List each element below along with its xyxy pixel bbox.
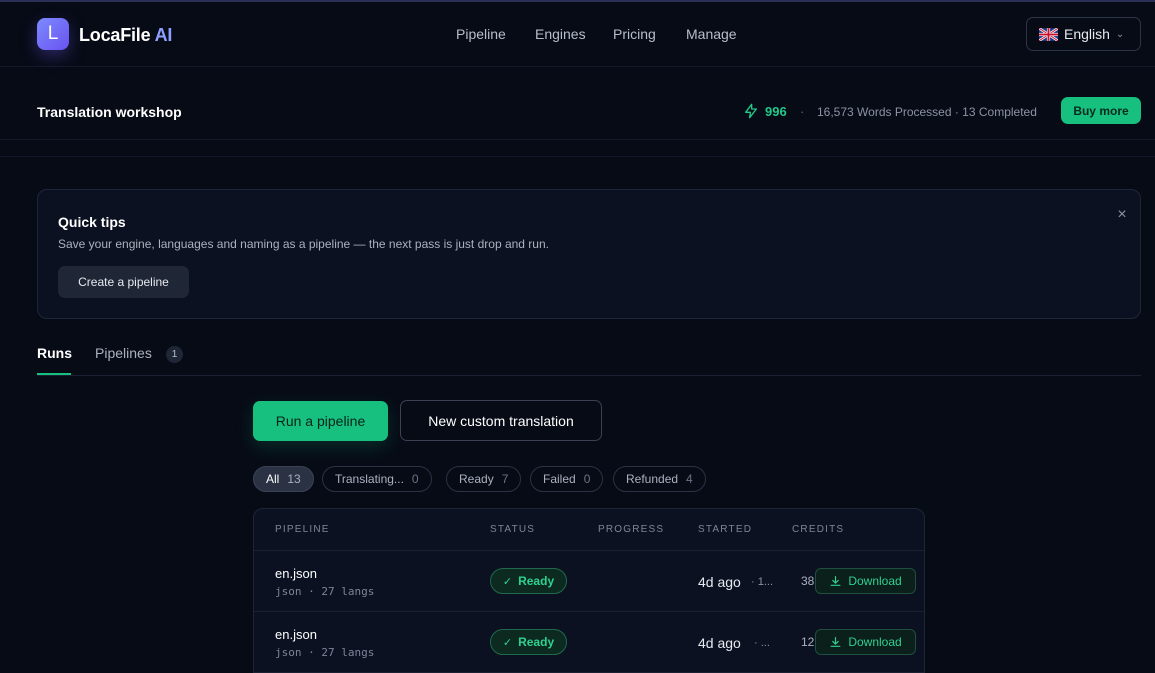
- filter-label: Failed: [543, 472, 576, 486]
- chevron-down-icon: ⌄: [1115, 28, 1125, 40]
- tips-text: Save your engine, languages and naming a…: [58, 237, 549, 251]
- filter-count: 0: [583, 472, 591, 486]
- nav-pricing[interactable]: Pricing: [613, 26, 656, 42]
- download-icon: [830, 575, 841, 586]
- filter-ready[interactable]: Ready 7: [446, 466, 522, 492]
- column-header-pipeline: PIPELINE: [275, 524, 330, 535]
- download-button[interactable]: Download: [815, 568, 916, 594]
- brand-ai: AI: [154, 25, 173, 45]
- started-time: 4d ago: [698, 635, 741, 651]
- nav-manage[interactable]: Manage: [686, 26, 737, 42]
- workshop-bar: Translation workshop 996 · 16,573 Words …: [0, 67, 1155, 140]
- status-label: Ready: [518, 574, 555, 588]
- page-title: Translation workshop: [37, 104, 182, 120]
- language-select[interactable]: English ⌄: [1026, 17, 1141, 51]
- filter-refunded[interactable]: Refunded 4: [613, 466, 706, 492]
- download-icon: [830, 636, 841, 647]
- tab-pipelines[interactable]: Pipelines: [95, 345, 152, 361]
- filter-all[interactable]: All 13: [253, 466, 314, 492]
- runs-table: PIPELINE STATUS PROGRESS STARTED CREDITS…: [253, 508, 925, 673]
- file-meta: json · 27 langs: [275, 646, 375, 659]
- brand-name[interactable]: LocaFile AI: [79, 25, 172, 46]
- started-detail: · ...: [754, 637, 770, 649]
- download-label: Download: [848, 574, 902, 588]
- credits-value: 12: [801, 635, 815, 649]
- filter-translating[interactable]: Translating... 0: [322, 466, 432, 492]
- header-divider: [254, 550, 924, 551]
- usage-stats: 16,573 Words Processed · 13 Completed: [817, 105, 1037, 119]
- started-detail: · 1...: [751, 576, 774, 588]
- status-badge: ✓ Ready: [490, 568, 567, 594]
- filter-count: 0: [411, 472, 419, 486]
- row-divider: [254, 611, 924, 612]
- file-name: en.json: [275, 566, 317, 581]
- new-custom-translation-button[interactable]: New custom translation: [400, 400, 602, 441]
- status-badge: ✓ Ready: [490, 629, 567, 655]
- column-header-progress: PROGRESS: [598, 524, 665, 535]
- language-label: English: [1064, 26, 1110, 42]
- tips-title: Quick tips: [58, 214, 126, 230]
- started-time: 4d ago: [698, 574, 741, 590]
- check-icon: ✓: [502, 636, 513, 649]
- bolt-icon: [745, 103, 757, 119]
- tab-runs[interactable]: Runs: [37, 345, 72, 361]
- section-divider: [0, 156, 1155, 157]
- credits-value: 38: [801, 574, 815, 588]
- filter-label: Refunded: [626, 472, 679, 486]
- file-name: en.json: [275, 627, 317, 642]
- download-label: Download: [848, 635, 902, 649]
- column-header-status: STATUS: [490, 524, 536, 535]
- filter-count: 7: [501, 472, 509, 486]
- filter-failed[interactable]: Failed 0: [530, 466, 604, 492]
- credit-balance: 996: [765, 104, 787, 119]
- close-icon[interactable]: ×: [1114, 207, 1130, 223]
- tabs-divider: [37, 375, 1141, 376]
- quick-tips-card: Quick tips Save your engine, languages a…: [37, 189, 1141, 319]
- nav-engines[interactable]: Engines: [535, 26, 586, 42]
- file-meta: json · 27 langs: [275, 585, 375, 598]
- column-header-started: STARTED: [698, 524, 753, 535]
- filter-label: Ready: [459, 472, 494, 486]
- filter-count: 4: [686, 472, 693, 486]
- run-pipeline-button[interactable]: Run a pipeline: [253, 401, 388, 441]
- download-button[interactable]: Download: [815, 629, 916, 655]
- column-header-credits: CREDITS: [792, 524, 845, 535]
- uk-flag-icon: [1039, 27, 1058, 41]
- pipelines-count-badge: 1: [166, 346, 183, 363]
- filter-count: 13: [287, 472, 301, 486]
- logo-icon[interactable]: L: [37, 18, 69, 50]
- brand-main: LocaFile: [79, 25, 151, 45]
- app-header: L LocaFile AI Pipeline Engines Pricing M…: [0, 2, 1155, 67]
- check-icon: ✓: [502, 575, 513, 588]
- buy-more-button[interactable]: Buy more: [1061, 97, 1141, 124]
- nav-pipeline[interactable]: Pipeline: [456, 26, 506, 42]
- separator: ·: [800, 104, 805, 119]
- filter-label: All: [266, 472, 280, 486]
- filter-label: Translating...: [335, 472, 404, 486]
- status-label: Ready: [518, 635, 555, 649]
- create-pipeline-button[interactable]: Create a pipeline: [58, 266, 189, 298]
